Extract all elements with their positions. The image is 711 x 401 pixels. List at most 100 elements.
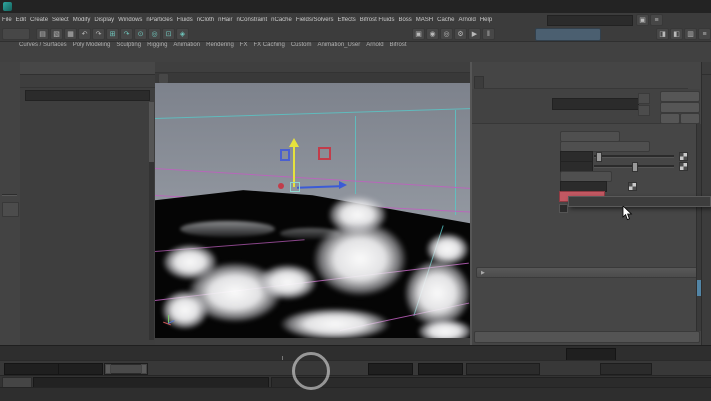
- snap-icon[interactable]: ⊡: [162, 28, 175, 40]
- menu-item[interactable]: File: [0, 17, 14, 23]
- tool-button[interactable]: [3, 70, 18, 85]
- render-icon[interactable]: ▶: [468, 28, 481, 40]
- menu-item[interactable]: Effects: [336, 17, 358, 23]
- manipulator-y-arrowhead[interactable]: [289, 138, 299, 147]
- shelf-tab[interactable]: Custom: [288, 42, 315, 52]
- ae-node-tab[interactable]: [474, 76, 484, 88]
- history-back-icon[interactable]: [638, 93, 650, 104]
- menu-item[interactable]: nCloth: [195, 17, 216, 23]
- shelf-tab[interactable]: Animation_User: [315, 42, 364, 52]
- texture-map-icon[interactable]: [628, 182, 637, 191]
- chevron-right-icon: ▶: [481, 270, 485, 276]
- texture-map-icon[interactable]: [679, 162, 688, 171]
- animation-end-field[interactable]: [418, 363, 463, 375]
- menu-item[interactable]: Cache: [435, 17, 456, 23]
- focus-button[interactable]: [660, 91, 700, 102]
- sign-in-button[interactable]: [535, 28, 601, 41]
- shelf-tab[interactable]: Poly Modeling: [70, 42, 114, 52]
- presets-button[interactable]: [660, 102, 700, 113]
- manipulator-plane-handle-red[interactable]: [318, 147, 331, 160]
- snap-icon[interactable]: ⊙: [134, 28, 147, 40]
- menu-item[interactable]: Boss: [396, 17, 413, 23]
- layout-button[interactable]: [2, 202, 19, 217]
- texture-map-icon[interactable]: [679, 152, 688, 161]
- panel-toggle-icon[interactable]: ◧: [670, 28, 683, 40]
- manipulator-x-handle[interactable]: [278, 183, 284, 189]
- hide-button[interactable]: [680, 113, 700, 124]
- timeline-tick[interactable]: [2, 346, 562, 361]
- fps-dropdown[interactable]: [600, 363, 652, 375]
- menubar-icon[interactable]: ▣: [636, 14, 649, 26]
- menubar-icon[interactable]: ≡: [650, 14, 663, 26]
- manipulator-z-arrowhead[interactable]: [339, 181, 347, 189]
- menu-item[interactable]: Modify: [71, 17, 93, 23]
- shelf-tab[interactable]: Sculpting: [113, 42, 144, 52]
- viewport-3d-scene[interactable]: [155, 83, 470, 338]
- outliner-scrollbar[interactable]: [149, 102, 154, 340]
- right-panel-tab[interactable]: [702, 62, 711, 75]
- section-header[interactable]: ▶: [476, 267, 698, 278]
- workspace-dropdown[interactable]: [547, 15, 633, 26]
- shelf-tab[interactable]: Curves / Surfaces: [16, 42, 70, 52]
- context-menu-item[interactable]: [569, 197, 710, 206]
- playback-end-field[interactable]: [368, 363, 413, 375]
- panel-toggle-icon[interactable]: ▥: [684, 28, 697, 40]
- file-icon[interactable]: ▧: [50, 28, 63, 40]
- menu-item[interactable]: Fields/Solvers: [294, 17, 336, 23]
- animation-start-field[interactable]: [4, 363, 59, 375]
- shelf-tab[interactable]: Rigging: [144, 42, 170, 52]
- menu-item[interactable]: nParticles: [144, 17, 174, 23]
- menu-item[interactable]: Edit: [14, 17, 28, 23]
- render-icon[interactable]: ◎: [440, 28, 453, 40]
- snap-icon[interactable]: ◈: [176, 28, 189, 40]
- menu-item[interactable]: MASH: [414, 17, 435, 23]
- character-set-dropdown[interactable]: [466, 363, 540, 375]
- pin-tab-icon[interactable]: [638, 105, 650, 116]
- menu-item[interactable]: Select: [50, 17, 71, 23]
- manipulator-y-axis[interactable]: [293, 147, 295, 187]
- panel-toggle-icon[interactable]: ◨: [656, 28, 669, 40]
- show-button[interactable]: [660, 113, 680, 124]
- render-icon[interactable]: ◉: [426, 28, 439, 40]
- menu-item[interactable]: Fluids: [175, 17, 195, 23]
- render-icon[interactable]: ▣: [412, 28, 425, 40]
- outliner-item[interactable]: [20, 102, 148, 111]
- range-end-handle[interactable]: [141, 364, 147, 374]
- menu-item[interactable]: Arnold: [456, 17, 477, 23]
- menu-item[interactable]: Windows: [116, 17, 144, 23]
- menu-item[interactable]: Help: [478, 17, 494, 23]
- selection-mask-dropdown[interactable]: [2, 28, 30, 40]
- panel-toggle-icon[interactable]: ≡: [698, 28, 711, 40]
- render-icon[interactable]: ⚙: [454, 28, 467, 40]
- file-icon[interactable]: ▦: [64, 28, 77, 40]
- shelf-tab[interactable]: Bifrost: [387, 42, 410, 52]
- menu-item[interactable]: nConstraint: [234, 17, 269, 23]
- outliner-search-input[interactable]: [25, 90, 150, 101]
- snap-icon[interactable]: ⊞: [106, 28, 119, 40]
- file-icon[interactable]: ▤: [36, 28, 49, 40]
- range-slider[interactable]: [104, 363, 148, 375]
- attribute-checkbox[interactable]: [559, 204, 568, 213]
- menu-item[interactable]: nHair: [216, 17, 234, 23]
- shape-name-field[interactable]: [552, 98, 639, 110]
- ae-bottom-button[interactable]: [474, 331, 700, 343]
- snap-icon[interactable]: ◎: [148, 28, 161, 40]
- substeps-slider[interactable]: [594, 155, 674, 158]
- history-icon[interactable]: ↶: [78, 28, 91, 40]
- shelf-tab[interactable]: FX: [237, 42, 251, 52]
- render-icon[interactable]: ‖: [482, 28, 495, 40]
- playback-start-field[interactable]: [58, 363, 103, 375]
- snap-icon[interactable]: ↷: [120, 28, 133, 40]
- shelf-tab[interactable]: Animation: [170, 42, 203, 52]
- menu-item[interactable]: Create: [28, 17, 50, 23]
- manipulator-center-handle[interactable]: [290, 182, 300, 192]
- shelf-tab[interactable]: FX Caching: [250, 42, 287, 52]
- menu-item[interactable]: nCache: [269, 17, 294, 23]
- solver-quality-slider[interactable]: [594, 165, 674, 168]
- shelf-tab[interactable]: Rendering: [203, 42, 237, 52]
- manipulator-plane-handle-blue[interactable]: [280, 149, 290, 161]
- menu-item[interactable]: Bifrost Fluids: [358, 17, 397, 23]
- history-icon[interactable]: ↷: [92, 28, 105, 40]
- shelf-tab[interactable]: Arnold: [363, 42, 386, 52]
- menu-item[interactable]: Display: [92, 17, 116, 23]
